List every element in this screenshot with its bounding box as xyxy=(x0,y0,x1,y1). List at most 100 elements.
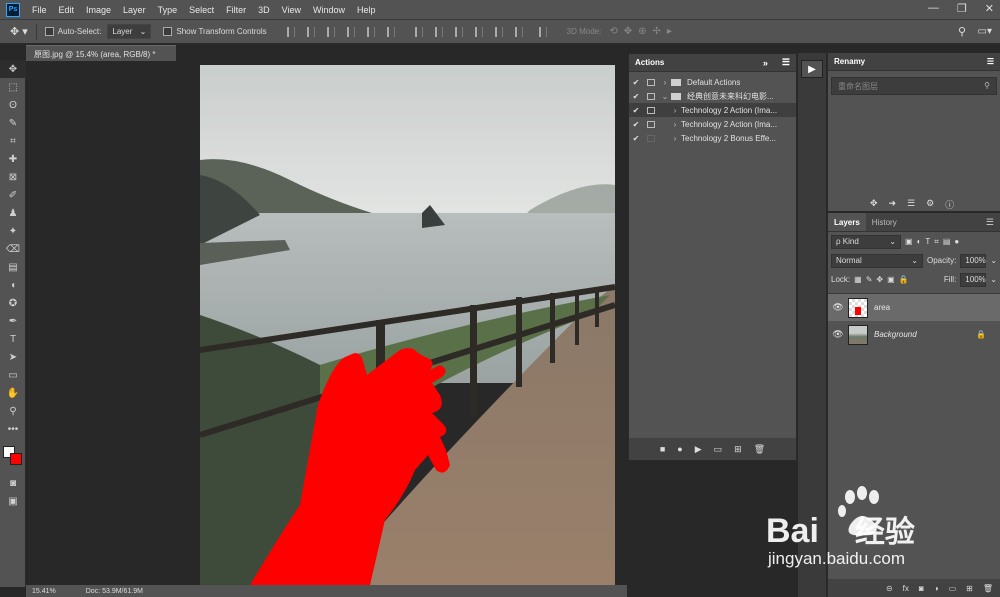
restore-icon[interactable]: ❐ xyxy=(957,2,967,15)
panel-menu-icon[interactable]: ☰ xyxy=(987,57,994,66)
distribute-hcenter-icon[interactable] xyxy=(494,26,503,37)
collapse-panel-icon[interactable]: » xyxy=(763,58,768,68)
chevron-down-icon[interactable]: ⌄ xyxy=(990,256,997,265)
list-icon[interactable]: ☰ xyxy=(907,198,915,211)
gradient-tool-icon[interactable]: ▤ xyxy=(0,258,26,276)
layer-name[interactable]: Background xyxy=(874,330,917,339)
rectangle-tool-icon[interactable]: ▭ xyxy=(0,366,26,384)
path-select-tool-icon[interactable]: ➤ xyxy=(0,348,26,366)
minimize-icon[interactable]: — xyxy=(928,2,939,15)
layer-row-area[interactable]: 👁 area xyxy=(828,294,1000,321)
expand-arrow-icon[interactable]: › xyxy=(669,134,681,143)
new-group-icon[interactable]: ▭ xyxy=(949,584,957,593)
hand-tool-icon[interactable]: ✋ xyxy=(0,384,26,402)
distribute-vcenter-icon[interactable] xyxy=(434,26,443,37)
expand-arrow-icon[interactable]: ⌄ xyxy=(659,92,671,101)
filter-kind-dropdown[interactable]: ρ Kind ⌄ xyxy=(831,234,901,249)
check-icon[interactable]: ✔ xyxy=(629,120,643,129)
dialog-toggle-icon[interactable] xyxy=(647,120,655,128)
stamp-tool-icon[interactable]: ♟ xyxy=(0,204,26,222)
actions-title[interactable]: Actions xyxy=(635,58,664,67)
menu-edit[interactable]: Edit xyxy=(53,5,81,15)
blur-tool-icon[interactable]: ◖ xyxy=(0,276,26,294)
distribute-bottom-icon[interactable] xyxy=(454,26,463,37)
filter-shape-icon[interactable]: ⌗ xyxy=(934,237,939,247)
color-swatches[interactable] xyxy=(0,438,25,474)
check-icon[interactable]: ✔ xyxy=(629,92,643,101)
menu-select[interactable]: Select xyxy=(183,5,220,15)
zoom-tool-icon[interactable]: ⚲ xyxy=(0,402,26,420)
marquee-tool-icon[interactable]: ⬚ xyxy=(0,78,26,96)
lock-transparent-icon[interactable]: ▦ xyxy=(854,275,862,284)
layer-name[interactable]: area xyxy=(874,303,890,312)
distribute-top-icon[interactable] xyxy=(414,26,423,37)
lock-artboard-icon[interactable]: ▣ xyxy=(887,275,895,284)
panel-menu-icon[interactable]: ☰ xyxy=(782,57,790,68)
dialog-toggle-icon[interactable] xyxy=(647,78,655,86)
distribute-right-icon[interactable] xyxy=(514,26,523,37)
align-right-icon[interactable] xyxy=(386,26,395,37)
filter-adjust-icon[interactable]: ◐ xyxy=(917,237,922,246)
menu-filter[interactable]: Filter xyxy=(220,5,252,15)
rename-input[interactable]: 重命名图层 ⚲ xyxy=(831,77,997,95)
crop-tool-icon[interactable]: ⌗ xyxy=(0,132,26,150)
lasso-tool-icon[interactable]: ʘ xyxy=(0,96,26,114)
menu-view[interactable]: View xyxy=(276,5,307,15)
menu-layer[interactable]: Layer xyxy=(117,5,152,15)
actions-play-icon[interactable]: ▶ xyxy=(801,60,823,78)
pen-tool-icon[interactable]: ✒ xyxy=(0,312,26,330)
auto-select-checkbox[interactable] xyxy=(44,27,54,36)
new-layer-icon[interactable]: ⊞ xyxy=(966,584,973,593)
tab-layers[interactable]: Layers xyxy=(828,213,866,231)
workspace-icon[interactable]: ▭▾ xyxy=(978,26,992,37)
check-icon[interactable]: ✔ xyxy=(629,106,643,115)
action-row-tech-bonus[interactable]: ✔ › Technology 2 Bonus Effe... xyxy=(629,131,796,145)
expand-arrow-icon[interactable]: › xyxy=(659,78,671,87)
record-icon[interactable]: ● xyxy=(677,444,682,454)
stop-icon[interactable]: ■ xyxy=(660,444,665,454)
eraser-tool-icon[interactable]: ⌫ xyxy=(0,240,26,258)
expand-arrow-icon[interactable]: › xyxy=(669,106,681,115)
arrow-right-icon[interactable]: ➜ xyxy=(889,198,897,211)
magic-wand-tool-icon[interactable]: ✎ xyxy=(0,114,26,132)
visibility-eye-icon[interactable]: 👁 xyxy=(828,329,848,340)
brush-tool-icon[interactable]: ✐ xyxy=(0,186,26,204)
renamy-title[interactable]: Renamy xyxy=(834,57,865,66)
frame-tool-icon[interactable]: ⊠ xyxy=(0,168,26,186)
move-tool-icon[interactable]: ✥ ▾ xyxy=(10,25,28,38)
dodge-tool-icon[interactable]: ✪ xyxy=(0,294,26,312)
zoom-level[interactable]: 15.41% xyxy=(32,588,56,595)
action-row-tech1[interactable]: ✔ › Technology 2 Action (Ima... xyxy=(629,103,796,117)
new-set-icon[interactable]: ▭ xyxy=(714,444,723,455)
info-icon[interactable]: ⓘ xyxy=(945,198,954,211)
auto-select-dropdown[interactable]: Layer ⌄ xyxy=(107,24,152,39)
align-vcenter-icon[interactable] xyxy=(306,26,315,37)
tab-history[interactable]: History xyxy=(866,213,903,231)
layer-row-background[interactable]: 👁 Background 🔒 xyxy=(828,321,1000,348)
auto-align-icon[interactable] xyxy=(538,26,547,37)
distribute-left-icon[interactable] xyxy=(474,26,483,37)
play-icon[interactable]: ▶ xyxy=(695,444,702,455)
link-layers-icon[interactable]: ⊝ xyxy=(886,584,893,593)
check-icon[interactable]: ✔ xyxy=(629,134,643,143)
opacity-field[interactable]: 100% xyxy=(960,253,987,268)
eyedropper-tool-icon[interactable]: ✚ xyxy=(0,150,26,168)
more-tools-icon[interactable]: ••• xyxy=(0,420,26,438)
gear-icon[interactable]: ⚙ xyxy=(926,198,934,211)
lock-pixels-icon[interactable]: ✎ xyxy=(866,275,873,284)
dialog-toggle-icon[interactable] xyxy=(647,134,655,142)
action-row-tech2[interactable]: ✔ › Technology 2 Action (Ima... xyxy=(629,117,796,131)
align-left-icon[interactable] xyxy=(346,26,355,37)
filter-type-icon[interactable]: T xyxy=(925,237,930,246)
expand-arrow-icon[interactable]: › xyxy=(669,120,681,129)
menu-help[interactable]: Help xyxy=(351,5,382,15)
menu-window[interactable]: Window xyxy=(307,5,351,15)
align-bottom-icon[interactable] xyxy=(326,26,335,37)
move-icon[interactable]: ✥ xyxy=(870,198,878,211)
filter-pixel-icon[interactable]: ▣ xyxy=(905,237,913,246)
screen-mode-icon[interactable]: ▣ xyxy=(0,492,26,510)
new-action-icon[interactable]: ⊞ xyxy=(734,444,742,455)
filter-toggle-icon[interactable]: ● xyxy=(954,237,959,246)
align-hcenter-icon[interactable] xyxy=(366,26,375,37)
move-tool-icon[interactable]: ✥ xyxy=(0,60,26,78)
